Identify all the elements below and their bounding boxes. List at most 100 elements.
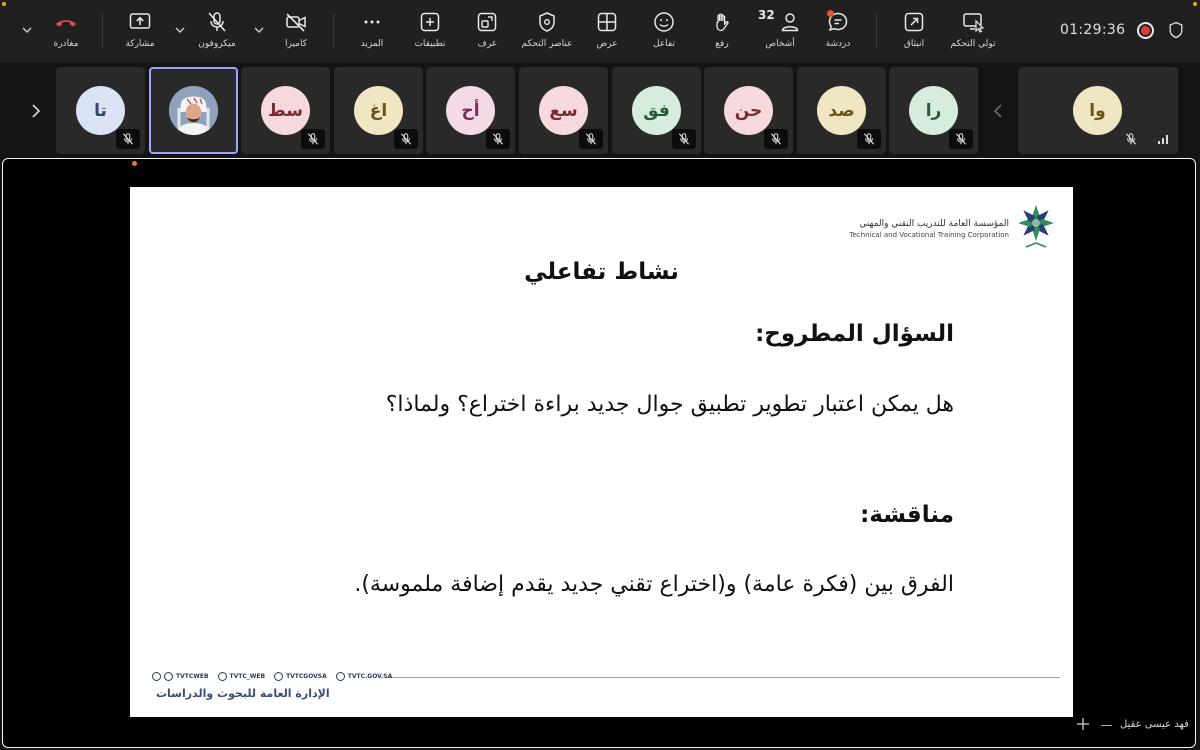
participant-tile-active-speaker[interactable] xyxy=(149,67,238,154)
chat-button[interactable]: دردشة xyxy=(818,6,858,56)
muted-mic-icon xyxy=(764,129,788,149)
participant-avatar: أح xyxy=(446,86,495,135)
question-heading: السؤال المطروح: xyxy=(755,321,954,347)
muted-mic-icon xyxy=(949,129,973,149)
recording-indicator-icon xyxy=(1137,22,1154,39)
react-button[interactable]: تفاعل xyxy=(644,6,684,56)
host-controls-button[interactable]: عناصر التحكم xyxy=(516,6,578,56)
share-screen-icon xyxy=(129,13,151,29)
raise-hand-button[interactable]: رفع xyxy=(702,6,742,56)
chat-notification-dot xyxy=(827,10,834,17)
participant-avatar: اغ xyxy=(354,86,403,135)
zoom-in-icon[interactable] xyxy=(1076,717,1090,731)
microphone-off-icon xyxy=(208,12,226,32)
muted-mic-icon xyxy=(301,129,325,149)
x-social-icon xyxy=(152,672,161,681)
mic-options-chevron[interactable] xyxy=(173,22,187,36)
participant-tile[interactable]: حن xyxy=(704,67,793,154)
social-handle: TVTC_WEB xyxy=(217,672,265,681)
person-icon xyxy=(781,13,799,32)
muted-mic-icon xyxy=(672,129,696,149)
hang-up-icon xyxy=(56,20,76,27)
discussion-text: الفرق بين (فكرة عامة) و(اختراع تقني جديد… xyxy=(354,572,954,597)
organization-name-arabic: المؤسسة العامة للتدريب التقني والمهني xyxy=(859,219,1009,229)
participant-avatar: را xyxy=(909,86,958,135)
participant-photo-avatar xyxy=(169,86,218,135)
view-label: عرض xyxy=(596,39,618,49)
raise-hand-label: رفع xyxy=(715,39,729,49)
muted-mic-icon xyxy=(486,129,510,149)
security-shield-icon[interactable] xyxy=(1166,20,1186,40)
signal-strength-icon xyxy=(1158,135,1168,144)
participant-avatar: سط xyxy=(261,86,310,135)
participant-tile[interactable]: سع xyxy=(519,67,608,154)
participant-tile[interactable]: فق xyxy=(612,67,701,154)
leave-options-chevron[interactable] xyxy=(20,22,34,36)
popout-button[interactable]: انبثاق xyxy=(894,6,934,56)
more-button[interactable]: المزيد xyxy=(352,6,392,56)
toolbar-divider xyxy=(876,14,877,48)
microphone-label: ميكروفون xyxy=(198,39,236,49)
muted-mic-icon xyxy=(857,129,881,149)
camera-options-chevron[interactable] xyxy=(252,22,266,36)
zoom-out-icon[interactable] xyxy=(1101,725,1112,726)
participant-tile[interactable]: صد xyxy=(797,67,886,154)
camera-label: كاميرا xyxy=(284,39,308,49)
participant-tile[interactable]: را xyxy=(889,67,978,154)
popout-label: انبثاق xyxy=(903,39,925,49)
toolbar-divider xyxy=(102,14,103,48)
social-handle: TVTCWEB xyxy=(152,672,209,681)
participant-strip: تا سط اغ أح سع فق حن صد را وا xyxy=(0,62,1200,158)
participant-avatar: فق xyxy=(632,86,681,135)
presentation-slide: المؤسسة العامة للتدريب التقني والمهني Te… xyxy=(130,187,1073,717)
apps-plus-icon xyxy=(420,12,440,32)
people-button[interactable]: 32 أشخاص xyxy=(758,6,802,56)
slide-title: نشاط تفاعلي xyxy=(524,259,679,285)
strip-scroll-left-arrow[interactable] xyxy=(23,67,49,154)
participant-tile[interactable]: تا xyxy=(56,67,145,154)
social-handle: TVTCGOVSA xyxy=(274,672,327,681)
people-label: أشخاص xyxy=(765,39,795,49)
pop-out-icon xyxy=(904,12,924,32)
view-button[interactable]: عرض xyxy=(588,6,626,56)
social-handles: TVTCWEB TVTC_WEB TVTCGOVSA TVTC.GOV.SA xyxy=(152,672,392,681)
discussion-heading: مناقشة: xyxy=(860,502,954,528)
snapchat-icon xyxy=(164,672,173,681)
meeting-toolbar: مغادرة مشاركة ميكروفون كاميرا المزيد تطب… xyxy=(0,0,1200,62)
more-dots-icon xyxy=(364,20,380,24)
meeting-timer: 01:29:36 xyxy=(1060,22,1126,38)
raise-hand-icon xyxy=(716,13,729,32)
take-control-button[interactable]: تولي التحكم xyxy=(946,6,1000,56)
tvtc-logo-icon xyxy=(1018,205,1054,248)
youtube-icon xyxy=(274,672,284,681)
participant-avatar: صد xyxy=(817,86,866,135)
breakout-rooms-icon xyxy=(477,12,497,32)
person-photo-icon xyxy=(169,86,218,135)
globe-icon xyxy=(335,672,345,681)
apps-button[interactable]: تطبيقات xyxy=(408,6,452,56)
participant-tile[interactable]: سط xyxy=(241,67,330,154)
participant-avatar: وا xyxy=(1073,86,1122,135)
chevron-right-icon xyxy=(32,103,41,118)
window-corner-dot xyxy=(2,2,6,6)
microphone-button[interactable]: ميكروفون xyxy=(194,6,240,56)
camera-button[interactable]: كاميرا xyxy=(276,6,316,56)
leave-button[interactable]: مغادرة xyxy=(45,6,87,56)
stage-indicator-dot xyxy=(132,161,137,166)
participant-tile-self[interactable]: وا xyxy=(1018,67,1178,154)
window-corner-dot xyxy=(1193,2,1197,6)
shared-screen-stage: المؤسسة العامة للتدريب التقني والمهني Te… xyxy=(2,158,1196,748)
chevron-left-icon xyxy=(993,103,1002,118)
breakout-rooms-button[interactable]: غرف xyxy=(468,6,506,56)
smiley-icon xyxy=(654,12,674,32)
social-handle: TVTC.GOV.SA xyxy=(335,672,392,681)
people-count-badge: 32 xyxy=(758,8,775,22)
participant-tile[interactable]: اغ xyxy=(334,67,423,154)
muted-mic-icon xyxy=(116,129,140,149)
muted-mic-icon xyxy=(579,129,603,149)
participant-tile[interactable]: أح xyxy=(426,67,515,154)
muted-mic-icon xyxy=(394,129,418,149)
share-label: مشاركة xyxy=(125,39,155,49)
share-button[interactable]: مشاركة xyxy=(118,6,162,56)
strip-scroll-right-arrow[interactable] xyxy=(985,67,1011,154)
